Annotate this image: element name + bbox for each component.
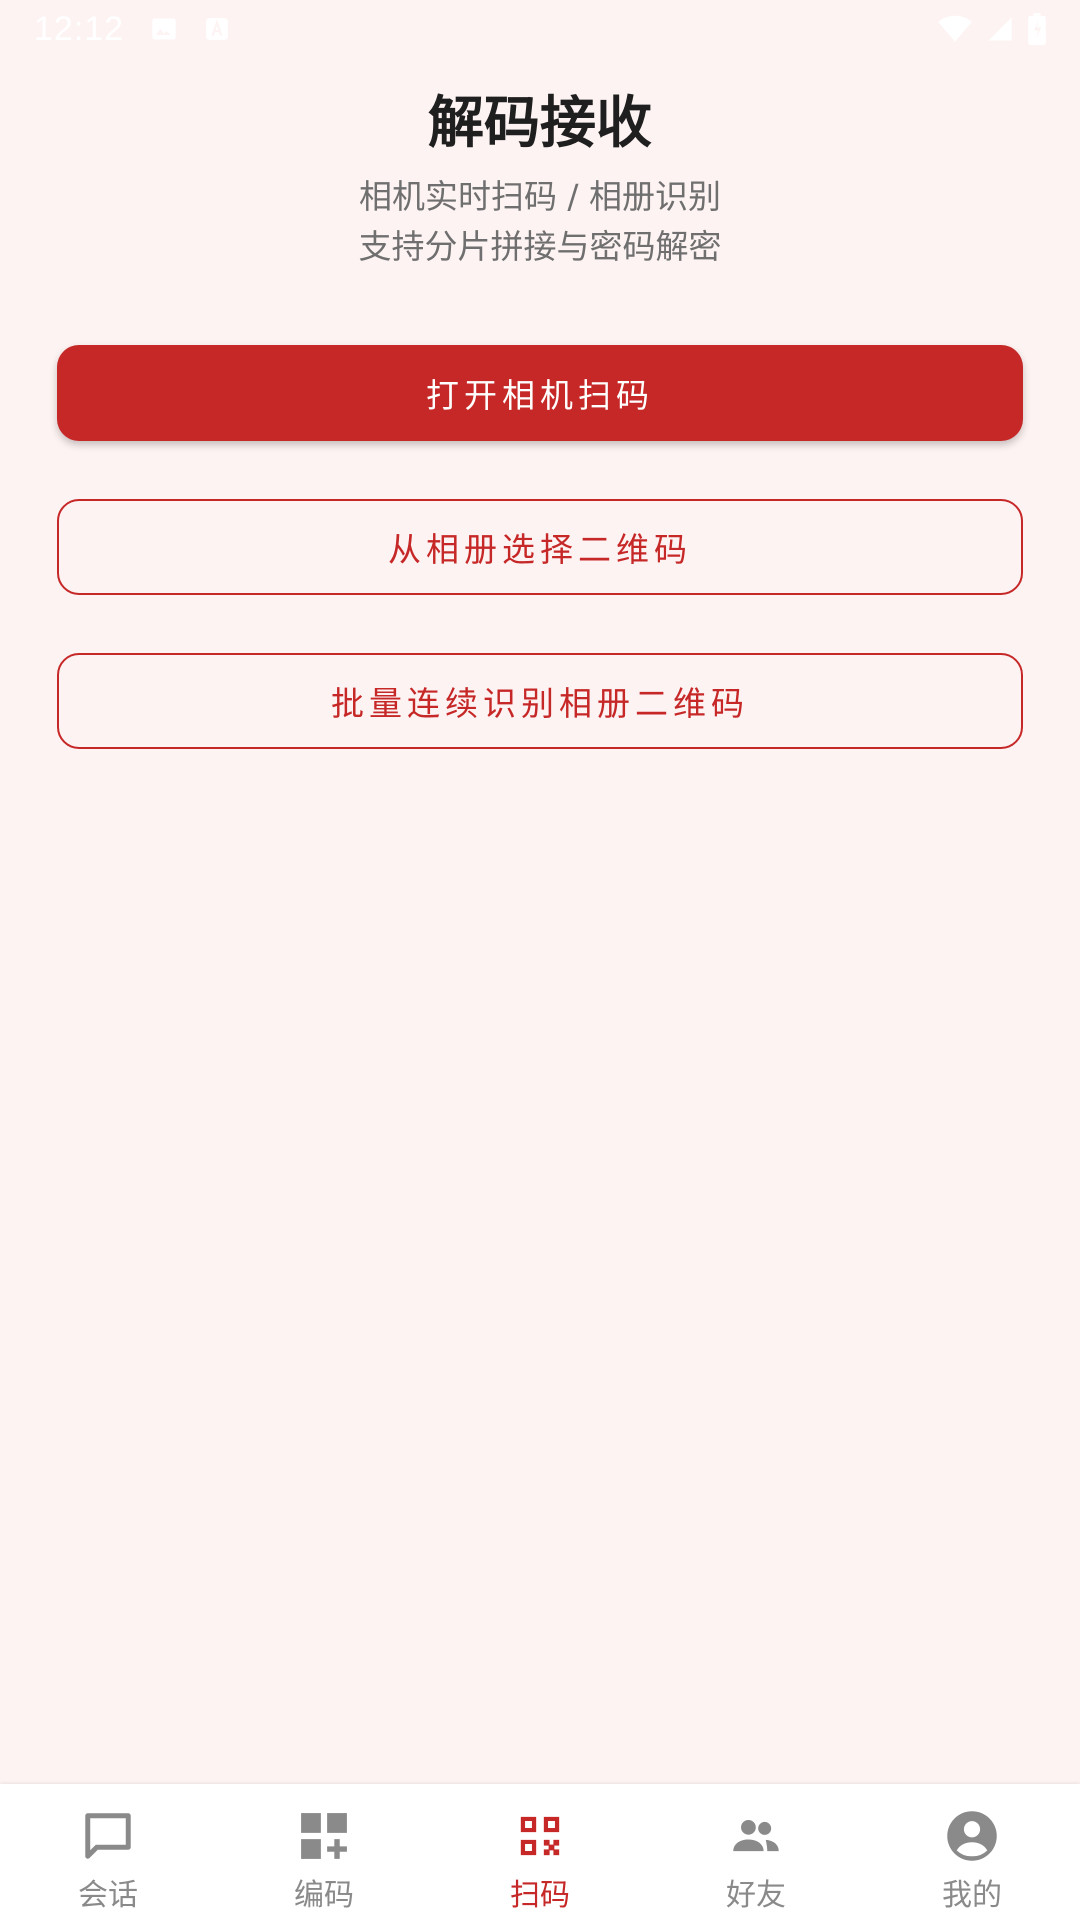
batch-album-scan-button[interactable]: 批量连续识别相册二维码 xyxy=(57,653,1023,749)
nav-item-chat[interactable]: 会话 xyxy=(0,1784,216,1920)
status-time: 12:12 xyxy=(34,9,125,48)
status-left: 12:12 xyxy=(34,10,230,49)
nav-item-friends[interactable]: 好友 xyxy=(648,1784,864,1920)
people-icon xyxy=(728,1808,784,1864)
bottom-nav: 会话 编码 扫码 好友 我的 xyxy=(0,1784,1080,1920)
status-right xyxy=(938,13,1046,45)
grid-add-icon xyxy=(296,1808,352,1864)
battery-icon xyxy=(1028,13,1046,45)
account-circle-icon xyxy=(944,1808,1000,1864)
image-icon xyxy=(150,15,178,43)
nav-item-scan[interactable]: 扫码 xyxy=(432,1784,648,1920)
wifi-icon xyxy=(938,15,972,43)
open-camera-scan-button[interactable]: 打开相机扫码 xyxy=(57,345,1023,441)
font-icon xyxy=(204,15,230,43)
subtitle-line-1: 相机实时扫码 / 相册识别 xyxy=(358,177,722,216)
subtitle-line-2: 支持分片拼接与密码解密 xyxy=(358,227,722,266)
chat-icon xyxy=(80,1808,136,1864)
nav-label-friends: 好友 xyxy=(726,1878,786,1913)
nav-item-me[interactable]: 我的 xyxy=(864,1784,1080,1920)
nav-item-encode[interactable]: 编码 xyxy=(216,1784,432,1920)
pick-from-album-button[interactable]: 从相册选择二维码 xyxy=(57,499,1023,595)
nav-label-encode: 编码 xyxy=(294,1878,354,1913)
signal-icon xyxy=(986,15,1014,43)
qr-code-icon xyxy=(512,1808,568,1864)
scan-screen: 12:12 解码接收 相机实时扫码 / 相册识别 支持分片拼接与密码解密 打开相… xyxy=(0,0,1080,1920)
nav-label-me: 我的 xyxy=(942,1878,1002,1913)
page-title: 解码接收 xyxy=(428,91,652,156)
status-bar: 12:12 xyxy=(0,0,1080,58)
nav-label-chat: 会话 xyxy=(78,1878,138,1913)
nav-label-scan: 扫码 xyxy=(510,1878,570,1913)
